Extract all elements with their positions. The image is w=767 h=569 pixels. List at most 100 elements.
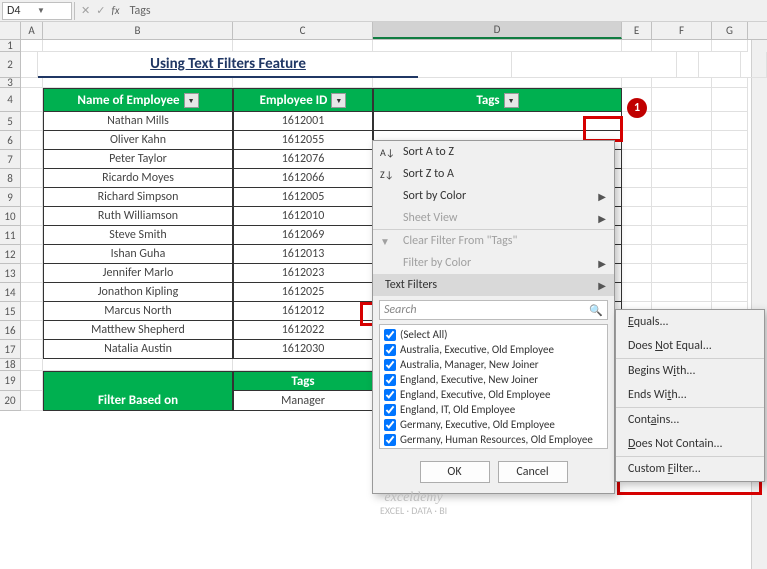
contains-option[interactable]: Contains... [616,408,764,432]
custom-filter-option[interactable]: Custom Filter... [616,457,764,481]
row-header-16[interactable]: 16 [0,321,21,340]
employee-id[interactable]: 1612066 [233,169,373,188]
formula-input[interactable]: Tags [126,4,765,18]
employee-name[interactable]: Steve Smith [43,226,233,245]
filter-values-list[interactable]: (Select All)Australia, Executive, Old Em… [379,324,608,449]
filter-checkbox[interactable] [384,344,396,356]
employee-name[interactable]: Ishan Guha [43,245,233,264]
tags-value[interactable]: Manager [233,391,373,411]
column-header-C[interactable]: C [233,22,373,39]
ends-with-option[interactable]: Ends With... [616,383,764,407]
row-header-3[interactable]: 3 [0,78,21,88]
header-id: Employee ID▼ [233,88,373,112]
not-equal-option[interactable]: Does Not Equal... [616,334,764,358]
employee-name[interactable]: Jonathon Kipling [43,283,233,302]
row-header-4[interactable]: 4 [0,88,21,112]
text-filters[interactable]: Text Filters ▶ [373,274,614,296]
filter-value-item[interactable]: (Select All) [382,327,605,342]
column-header-B[interactable]: B [43,22,233,39]
funnel-clear-icon: ▼ [380,235,390,248]
ok-button[interactable]: OK [420,461,490,483]
employee-id[interactable]: 1612022 [233,321,373,340]
filter-by-color: Filter by Color ▶ [373,252,614,274]
row-header-18[interactable]: 18 [0,359,21,371]
employee-name[interactable]: Matthew Shepherd [43,321,233,340]
filter-value-item[interactable]: Germany, Human Resources, Old Employee [382,432,605,447]
filter-value-item[interactable]: England, IT, Old Employee [382,402,605,417]
employee-id[interactable]: 1612001 [233,112,373,131]
row-header-15[interactable]: 15 [0,302,21,321]
filter-value-item[interactable]: England, Executive, Old Employee [382,387,605,402]
filter-value-item[interactable]: Germany, Executive, Old Employee [382,417,605,432]
employee-id[interactable]: 1612069 [233,226,373,245]
column-header-F[interactable]: F [652,22,712,39]
name-box[interactable]: D4 ▼ [2,2,72,20]
filter-checkbox[interactable] [384,389,396,401]
column-header-A[interactable]: A [21,22,43,39]
sort-ascending[interactable]: A↓ Sort A to Z [373,141,614,163]
filter-checkbox[interactable] [384,419,396,431]
employee-name[interactable]: Nathan Mills [43,112,233,131]
begins-with-option[interactable]: Begins With... [616,359,764,383]
row-header-20[interactable]: 20 [0,391,21,411]
column-header-E[interactable]: E [622,22,652,39]
employee-id[interactable]: 1612030 [233,340,373,359]
filter-button-tags[interactable]: ▼ [504,93,519,108]
cancel-icon: ✕ [81,4,90,17]
employee-id[interactable]: 1612012 [233,302,373,321]
row-header-6[interactable]: 6 [0,131,21,150]
filter-checkbox[interactable] [384,359,396,371]
employee-name[interactable]: Ruth Williamson [43,207,233,226]
search-input[interactable]: Search 🔍 [379,300,608,320]
row-header-9[interactable]: 9 [0,188,21,207]
row-header-14[interactable]: 14 [0,283,21,302]
select-all-cell[interactable] [0,22,21,39]
row-header-8[interactable]: 8 [0,169,21,188]
sort-by-color[interactable]: Sort by Color ▶ [373,185,614,207]
column-header-D[interactable]: D [373,22,622,39]
employee-id[interactable]: 1612013 [233,245,373,264]
filter-checkbox[interactable] [384,374,396,386]
employee-name[interactable]: Jennifer Marlo [43,264,233,283]
not-contain-option[interactable]: Does Not Contain... [616,432,764,456]
row-header-2[interactable]: 2 [0,52,21,78]
employee-id[interactable]: 1612023 [233,264,373,283]
filter-checkbox[interactable] [384,434,396,446]
employee-name[interactable]: Richard Simpson [43,188,233,207]
cancel-button[interactable]: Cancel [498,461,568,483]
employee-name[interactable]: Oliver Kahn [43,131,233,150]
employee-name[interactable]: Natalia Austin [43,340,233,359]
fx-icon[interactable]: fx [111,4,119,17]
equals-option[interactable]: Equals... [616,310,764,334]
filter-value-item[interactable]: Australia, Executive, Old Employee [382,342,605,357]
employee-id[interactable]: 1612005 [233,188,373,207]
check-icon: ✓ [96,4,105,17]
text-filters-submenu: Equals... Does Not Equal... Begins With.… [615,309,765,482]
row-header-11[interactable]: 11 [0,226,21,245]
employee-name[interactable]: Marcus North [43,302,233,321]
row-header-12[interactable]: 12 [0,245,21,264]
filter-value-item[interactable]: Australia, Manager, New Joiner [382,357,605,372]
employee-id[interactable]: 1612010 [233,207,373,226]
filter-checkbox[interactable] [384,404,396,416]
employee-name[interactable]: Ricardo Moyes [43,169,233,188]
row-header-17[interactable]: 17 [0,340,21,359]
employee-id[interactable]: 1612025 [233,283,373,302]
employee-id[interactable]: 1612076 [233,150,373,169]
filter-value-item[interactable]: England, Executive, New Joiner [382,372,605,387]
employee-name[interactable]: Peter Taylor [43,150,233,169]
filter-button[interactable]: ▼ [184,93,199,108]
employee-id[interactable]: 1612055 [233,131,373,150]
row-header-19[interactable]: 19 [0,371,21,391]
filter-button[interactable]: ▼ [331,93,346,108]
chevron-down-icon[interactable]: ▼ [37,6,67,16]
row-header-5[interactable]: 5 [0,112,21,131]
filter-checkbox[interactable] [384,329,396,341]
row-header-1[interactable]: 1 [0,40,21,52]
row-header-10[interactable]: 10 [0,207,21,226]
column-header-G[interactable]: G [712,22,748,39]
chevron-right-icon: ▶ [598,279,606,292]
row-header-13[interactable]: 13 [0,264,21,283]
row-header-7[interactable]: 7 [0,150,21,169]
sort-descending[interactable]: Z↓ Sort Z to A [373,163,614,185]
